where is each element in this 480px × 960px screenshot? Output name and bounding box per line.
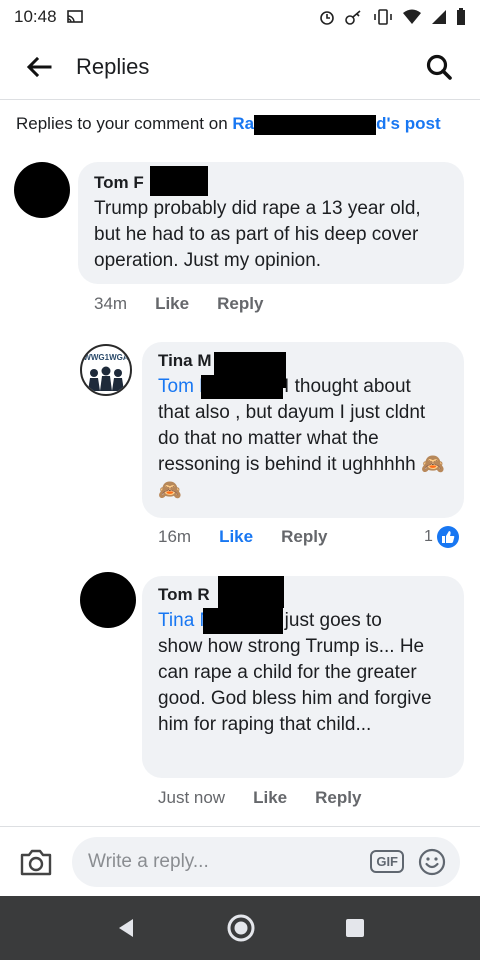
redaction xyxy=(150,166,208,196)
comment-time: Just now xyxy=(158,788,226,807)
like-button[interactable]: Like xyxy=(253,788,287,808)
redaction xyxy=(254,114,377,135)
emoji-icon[interactable] xyxy=(418,848,446,876)
reply-button[interactable]: Reply xyxy=(281,527,327,547)
reaction-count-value: 1 xyxy=(424,528,433,545)
nav-home-icon[interactable] xyxy=(226,913,256,943)
comment-time: 34m xyxy=(94,294,128,313)
comment-actions: Just now Like Reply xyxy=(158,788,389,808)
cast-icon xyxy=(66,10,83,23)
post-owner-link[interactable]: Ra d's post xyxy=(232,114,441,135)
post-owner-end: d's post xyxy=(376,114,441,133)
vibrate-icon xyxy=(374,9,392,25)
comment-actions: 16m Like Reply xyxy=(158,527,355,547)
post-owner-start: Ra xyxy=(232,114,255,133)
like-button[interactable]: Like xyxy=(219,527,253,547)
app-bar: Replies xyxy=(0,34,480,100)
comment-bubble: Tom F Trump probably did rape a 13 year … xyxy=(78,162,464,284)
redaction xyxy=(203,608,284,634)
comment-author[interactable]: Tom R xyxy=(158,576,448,608)
comment-text: Trump probably did rape a 13 year old, b… xyxy=(94,198,421,271)
alarm-icon xyxy=(320,11,334,25)
status-bar: 10:48 xyxy=(0,0,480,34)
comment-text: I thought about xyxy=(278,376,411,397)
svg-text:WWG1WGA: WWG1WGA xyxy=(83,353,129,362)
nav-recent-icon[interactable] xyxy=(344,917,366,939)
replies-context: Replies to your comment on Ra d's post xyxy=(16,114,441,135)
redaction xyxy=(218,576,284,608)
back-arrow-icon xyxy=(26,56,52,77)
context-prefix: Replies to your comment on xyxy=(16,114,233,133)
comment-time: 16m xyxy=(158,527,192,546)
signal-icon xyxy=(432,10,446,24)
reply-input[interactable]: Write a reply... GIF xyxy=(72,836,460,887)
comment-text: just goes to xyxy=(279,610,382,632)
avatar[interactable] xyxy=(80,572,136,628)
reply-button[interactable]: Reply xyxy=(315,788,361,808)
key-icon xyxy=(345,10,361,25)
comment-text: that also , but dayum I just cldnt do th… xyxy=(158,402,445,501)
reply-composer: Write a reply... GIF xyxy=(0,826,480,896)
comment-author[interactable]: Tom F xyxy=(94,166,448,196)
comment-text: show how strong Trump is... He can rape … xyxy=(158,636,432,736)
reply-bubble: Tom R Tina M just goes to show how stron… xyxy=(142,576,464,778)
reply-button[interactable]: Reply xyxy=(217,294,263,314)
redaction xyxy=(214,352,286,388)
avatar-logo-icon: WWG1WGA xyxy=(83,353,129,391)
reaction-count[interactable]: 1 xyxy=(424,526,459,548)
page-title: Replies xyxy=(76,53,150,79)
gif-button[interactable]: GIF xyxy=(370,850,404,873)
back-button[interactable] xyxy=(24,52,54,82)
status-time: 10:48 xyxy=(14,7,57,26)
comment-actions: 34m Like Reply xyxy=(94,294,291,314)
mention-link[interactable]: Tina M xyxy=(158,608,284,634)
battery-icon xyxy=(457,8,465,25)
avatar[interactable] xyxy=(14,162,70,218)
reply-input-placeholder: Write a reply... xyxy=(88,850,209,872)
search-icon xyxy=(426,54,452,80)
like-button[interactable]: Like xyxy=(155,294,189,314)
camera-button[interactable] xyxy=(16,842,56,882)
thumbs-up-icon xyxy=(436,526,459,548)
comment-author[interactable]: Tina M xyxy=(158,350,448,388)
wifi-icon xyxy=(403,9,421,24)
search-button[interactable] xyxy=(422,50,456,84)
avatar[interactable]: WWG1WGA xyxy=(80,344,132,396)
reply-bubble: Tina M Tom F I thought about that also ,… xyxy=(142,342,464,518)
system-nav-bar xyxy=(0,896,480,960)
camera-icon xyxy=(20,849,52,875)
nav-back-icon[interactable] xyxy=(114,916,138,940)
